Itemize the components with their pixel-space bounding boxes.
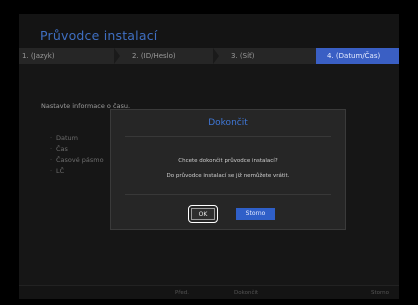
finish-dialog: Dokončit Chcete dokončit průvodce instal… bbox=[110, 109, 346, 230]
dialog-divider bbox=[125, 136, 331, 137]
step-network-label: 3. (Síť) bbox=[231, 52, 255, 60]
step-id-password[interactable]: 2. (ID/Heslo) bbox=[121, 48, 220, 64]
step-language-label: 1. (Jazyk) bbox=[22, 52, 55, 60]
step-separator bbox=[213, 48, 219, 64]
step-bar: 1. (Jazyk) 2. (ID/Heslo) 3. (Síť) 4. (Da… bbox=[19, 48, 399, 64]
wizard-header: Průvodce instalací bbox=[19, 14, 399, 46]
step-language[interactable]: 1. (Jazyk) bbox=[19, 48, 117, 64]
wizard-window: Průvodce instalací 1. (Jazyk) 2. (ID/Hes… bbox=[19, 14, 399, 299]
step-id-password-label: 2. (ID/Heslo) bbox=[132, 52, 176, 60]
wizard-footer: Před. Dokončit Storno bbox=[19, 285, 399, 299]
ok-button[interactable]: OK bbox=[191, 208, 215, 220]
menu-item-label: Časové pásmo bbox=[56, 156, 104, 164]
menu-item-date[interactable]: Datum bbox=[50, 133, 104, 144]
dialog-divider bbox=[125, 194, 331, 195]
dialog-message-warning: Do průvodce instalací se již nemůžete vr… bbox=[166, 173, 290, 179]
finish-button[interactable]: Dokončit bbox=[234, 287, 258, 299]
wizard-title: Průvodce instalací bbox=[40, 28, 158, 43]
menu-item-dst[interactable]: LČ bbox=[50, 166, 104, 177]
menu-item-label: Čas bbox=[56, 145, 68, 153]
step-network[interactable]: 3. (Síť) bbox=[220, 48, 323, 64]
step-date-time[interactable]: 4. (Datum/Čas) bbox=[316, 48, 399, 64]
step-separator bbox=[114, 48, 120, 64]
menu-item-time[interactable]: Čas bbox=[50, 144, 104, 155]
settings-menu: Datum Čas Časové pásmo LČ bbox=[50, 133, 104, 177]
dialog-title: Dokončit bbox=[208, 118, 248, 128]
footer-cancel-button[interactable]: Storno bbox=[371, 287, 389, 299]
step-date-time-label: 4. (Datum/Čas) bbox=[327, 52, 381, 60]
dialog-message-question: Chcete dokončit průvodce instalací? bbox=[178, 158, 278, 164]
prev-button[interactable]: Před. bbox=[175, 287, 189, 299]
menu-item-label: LČ bbox=[56, 167, 65, 175]
menu-item-timezone[interactable]: Časové pásmo bbox=[50, 155, 104, 166]
cancel-button[interactable]: Storno bbox=[236, 208, 275, 220]
menu-item-label: Datum bbox=[56, 134, 78, 142]
